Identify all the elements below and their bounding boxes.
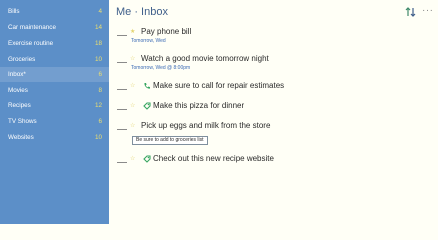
- list-name: Websites: [8, 134, 34, 141]
- sidebar-item-exercise-routine[interactable]: Exercise routine 18: [0, 36, 109, 51]
- task-checkbox[interactable]: [117, 35, 127, 36]
- star-icon[interactable]: ☆: [130, 102, 135, 110]
- tag-icon: [143, 155, 151, 163]
- page-title: Me · Inbox: [116, 6, 168, 18]
- list-name: Car maintenance: [8, 24, 56, 31]
- list-count: 6: [98, 71, 102, 78]
- list-name: Exercise routine: [8, 40, 54, 47]
- task-due-date: Tomorrow, Wed @ 8:00pm: [131, 65, 191, 71]
- list-count: 18: [94, 40, 102, 47]
- list-count: 8: [98, 87, 102, 94]
- list-name: Groceries: [8, 56, 36, 63]
- sidebar: Bills 4 Car maintenance 14 Exercise rout…: [0, 0, 109, 224]
- more-options-icon[interactable]: ···: [422, 5, 434, 17]
- list-count: 10: [94, 134, 102, 141]
- task-panel: Me · Inbox ··· ★ Pay phone bill Tomorrow…: [109, 0, 438, 224]
- list-count: 12: [94, 102, 102, 109]
- task-title: Make this pizza for dinner: [153, 101, 245, 110]
- task-checkbox[interactable]: [117, 89, 127, 90]
- list-name: Inbox*: [8, 71, 26, 78]
- sidebar-item-tv-shows[interactable]: TV Shows 6: [0, 114, 109, 129]
- task-checkbox[interactable]: [117, 62, 127, 63]
- list-name: Movies: [8, 87, 28, 94]
- sort-arrows-icon[interactable]: [405, 6, 417, 18]
- list-count: 10: [94, 56, 102, 63]
- sidebar-item-groceries[interactable]: Groceries 10: [0, 52, 109, 67]
- sidebar-item-recipes[interactable]: Recipes 12: [0, 98, 109, 113]
- task-due-date: Tomorrow, Wed: [131, 38, 166, 44]
- list-count: 4: [98, 8, 102, 15]
- star-icon[interactable]: ☆: [130, 55, 135, 63]
- star-icon[interactable]: ☆: [130, 122, 135, 130]
- sidebar-item-movies[interactable]: Movies 8: [0, 83, 109, 98]
- task-checkbox[interactable]: [117, 162, 127, 163]
- list-count: 6: [98, 118, 102, 125]
- star-icon[interactable]: ☆: [130, 82, 135, 90]
- task-title: Make sure to call for repair estimates: [153, 81, 285, 90]
- star-icon[interactable]: ★: [130, 28, 135, 36]
- task-checkbox[interactable]: [117, 109, 127, 110]
- task-title: Check out this new recipe website: [153, 154, 274, 163]
- task-title: Watch a good movie tomorrow night: [141, 54, 269, 63]
- task-title: Pick up eggs and milk from the store: [141, 121, 271, 130]
- tag-icon: [143, 102, 151, 110]
- star-icon[interactable]: ☆: [130, 155, 135, 163]
- list-name: TV Shows: [8, 118, 37, 125]
- list-name: Recipes: [8, 102, 31, 109]
- task-checkbox[interactable]: [117, 129, 127, 130]
- list-name: Bills: [8, 8, 20, 15]
- sidebar-item-car-maintenance[interactable]: Car maintenance 14: [0, 20, 109, 35]
- sidebar-item-inbox[interactable]: Inbox* 6: [0, 67, 109, 82]
- sidebar-item-websites[interactable]: Websites 10: [0, 130, 109, 145]
- task-note[interactable]: Be sure to add to groceries list: [132, 136, 208, 145]
- phone-icon: [144, 83, 150, 89]
- list-count: 14: [94, 24, 102, 31]
- sidebar-item-bills[interactable]: Bills 4: [0, 4, 109, 19]
- task-title: Pay phone bill: [141, 27, 192, 36]
